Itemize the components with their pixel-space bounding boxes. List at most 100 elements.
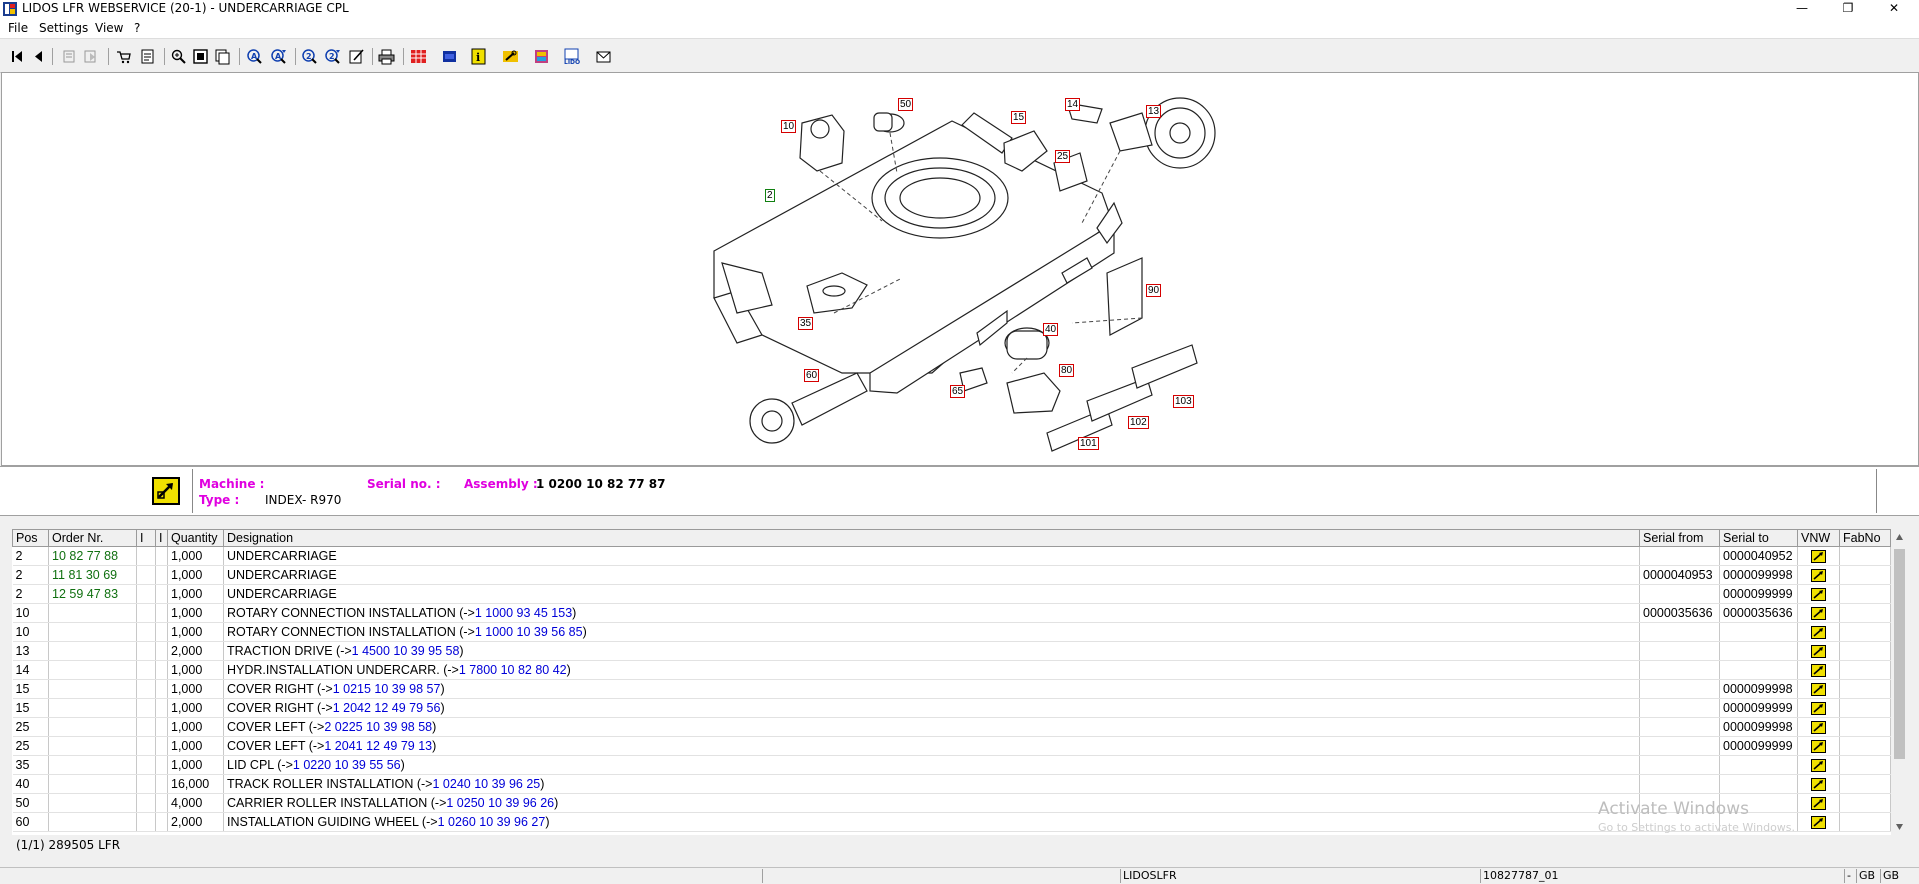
order-list-icon[interactable]	[139, 48, 156, 65]
assembly-ref-link[interactable]: 1 0220 10 39 55 56	[293, 758, 401, 772]
info-icon[interactable]: i	[470, 48, 487, 65]
table-row[interactable]: 25 1,000 COVER LEFT (->1 2041 12 49 79 13)…	[12, 736, 1891, 756]
lidos-icon[interactable]: LIDOS	[563, 48, 580, 65]
menu-view[interactable]: View	[95, 21, 123, 35]
col-serial-from[interactable]: Serial from	[1639, 529, 1720, 547]
callout-103[interactable]: 103	[1173, 395, 1194, 408]
exploded-view-drawing[interactable]: 50 10 15 14 13 25 2 90 35 40 60 80 65 10…	[1, 72, 1919, 466]
search-a-next-icon[interactable]: A	[270, 48, 287, 65]
layers-icon[interactable]	[441, 48, 458, 65]
vnw-link-icon[interactable]	[1811, 777, 1826, 792]
col-quantity[interactable]: Quantity	[167, 529, 224, 547]
menu-settings[interactable]: Settings	[39, 21, 88, 35]
callout-35[interactable]: 35	[798, 317, 814, 330]
cell-vnw[interactable]	[1797, 641, 1840, 661]
minimize-button[interactable]: —	[1779, 0, 1825, 18]
vnw-link-icon[interactable]	[1811, 720, 1826, 735]
callout-101[interactable]: 101	[1078, 437, 1099, 450]
vnw-link-icon[interactable]	[1811, 625, 1826, 640]
col-pos[interactable]: Pos	[12, 529, 49, 547]
edit-icon[interactable]	[348, 48, 365, 65]
search-2-icon[interactable]: 2	[301, 48, 318, 65]
vnw-link-icon[interactable]	[1811, 701, 1826, 716]
cell-vnw[interactable]	[1797, 565, 1840, 585]
assembly-ref-link[interactable]: 1 7800 10 82 80 42	[459, 663, 567, 677]
vnw-link-icon[interactable]	[1811, 682, 1826, 697]
table-row[interactable]: 15 1,000 COVER RIGHT (->1 2042 12 49 79 56…	[12, 698, 1891, 718]
vnw-link-icon[interactable]	[1811, 549, 1826, 564]
col-i2[interactable]: I	[155, 529, 168, 547]
assembly-ref-link[interactable]: 1 2042 12 49 79 56	[333, 701, 441, 715]
first-page-icon[interactable]	[9, 48, 26, 65]
assembly-ref-link[interactable]: 1 4500 10 39 95 58	[352, 644, 460, 658]
vnw-link-icon[interactable]	[1811, 815, 1826, 830]
cell-vnw[interactable]	[1797, 793, 1840, 813]
vnw-link-icon[interactable]	[1811, 758, 1826, 773]
callout-40[interactable]: 40	[1043, 323, 1059, 336]
table-row[interactable]: 40 16,000 TRACK ROLLER INSTALLATION (->1 0…	[12, 774, 1891, 794]
assembly-link-icon[interactable]	[152, 477, 180, 505]
book-icon[interactable]	[533, 48, 550, 65]
back-disabled-icon[interactable]	[61, 48, 78, 65]
vnw-link-icon[interactable]	[1811, 644, 1826, 659]
menu-help[interactable]: ?	[134, 21, 140, 35]
callout-15[interactable]: 15	[1011, 111, 1027, 124]
search-a-icon[interactable]: A	[246, 48, 263, 65]
table-row[interactable]: 13 2,000 TRACTION DRIVE (->1 4500 10 39 95…	[12, 641, 1891, 661]
col-serial-to[interactable]: Serial to	[1719, 529, 1798, 547]
col-order-nr[interactable]: Order Nr.	[48, 529, 137, 547]
col-designation[interactable]: Designation	[223, 529, 1640, 547]
assembly-ref-link[interactable]: 1 1000 93 45 153	[475, 606, 572, 620]
cell-vnw[interactable]	[1797, 698, 1840, 718]
assembly-ref-link[interactable]: 1 1000 10 39 56 85	[475, 625, 583, 639]
page-icon[interactable]	[192, 48, 209, 65]
print-icon[interactable]	[378, 48, 395, 65]
callout-50[interactable]: 50	[898, 98, 914, 111]
callout-14[interactable]: 14	[1065, 98, 1081, 111]
callout-10[interactable]: 10	[781, 120, 797, 133]
tools-icon[interactable]	[502, 48, 519, 65]
table-row[interactable]: 10 1,000 ROTARY CONNECTION INSTALLATION (-…	[12, 622, 1891, 642]
assembly-ref-link[interactable]: 1 0250 10 39 96 26	[446, 796, 554, 810]
table-row[interactable]: 2 11 81 30 69 1,000 UNDERCARRIAGE 0000040953…	[12, 565, 1891, 585]
previous-page-icon[interactable]	[30, 48, 47, 65]
zoom-in-icon[interactable]	[170, 48, 187, 65]
table-row[interactable]: 2 10 82 77 88 1,000 UNDERCARRIAGE 0000040952	[12, 546, 1891, 566]
callout-65[interactable]: 65	[950, 385, 966, 398]
callout-60[interactable]: 60	[804, 369, 820, 382]
vnw-link-icon[interactable]	[1811, 568, 1826, 583]
assembly-ref-link[interactable]: 2 0225 10 39 98 58	[324, 720, 432, 734]
callout-2[interactable]: 2	[765, 189, 775, 202]
cell-vnw[interactable]	[1797, 717, 1840, 737]
col-i1[interactable]: I	[136, 529, 156, 547]
col-fabno[interactable]: FabNo	[1839, 529, 1891, 547]
cell-vnw[interactable]	[1797, 603, 1840, 623]
forward-disabled-icon[interactable]	[82, 48, 99, 65]
table-row[interactable]: 35 1,000 LID CPL (->1 0220 10 39 55 56)	[12, 755, 1891, 775]
vertical-scrollbar[interactable]	[1891, 529, 1908, 835]
col-vnw[interactable]: VNW	[1797, 529, 1840, 547]
cell-vnw[interactable]	[1797, 736, 1840, 756]
callout-25[interactable]: 25	[1055, 150, 1071, 163]
vnw-link-icon[interactable]	[1811, 663, 1826, 678]
table-row[interactable]: 10 1,000 ROTARY CONNECTION INSTALLATION (-…	[12, 603, 1891, 623]
search-2-next-icon[interactable]: 2	[324, 48, 341, 65]
cell-vnw[interactable]	[1797, 584, 1840, 604]
mail-icon[interactable]	[595, 48, 612, 65]
assembly-ref-link[interactable]: 1 0240 10 39 96 25	[432, 777, 540, 791]
callout-13[interactable]: 13	[1146, 105, 1162, 118]
grid-icon[interactable]	[410, 48, 427, 65]
vnw-link-icon[interactable]	[1811, 587, 1826, 602]
assembly-ref-link[interactable]: 1 0260 10 39 96 27	[438, 815, 546, 829]
cell-vnw[interactable]	[1797, 660, 1840, 680]
vnw-link-icon[interactable]	[1811, 739, 1826, 754]
page-copy-icon[interactable]	[214, 48, 231, 65]
close-button[interactable]: ✕	[1871, 0, 1917, 18]
cart-icon[interactable]	[115, 48, 132, 65]
restore-button[interactable]: ❐	[1825, 0, 1871, 18]
vnw-link-icon[interactable]	[1811, 606, 1826, 621]
cell-vnw[interactable]	[1797, 774, 1840, 794]
callout-90[interactable]: 90	[1146, 284, 1162, 297]
cell-vnw[interactable]	[1797, 546, 1840, 566]
menu-file[interactable]: File	[8, 21, 28, 35]
